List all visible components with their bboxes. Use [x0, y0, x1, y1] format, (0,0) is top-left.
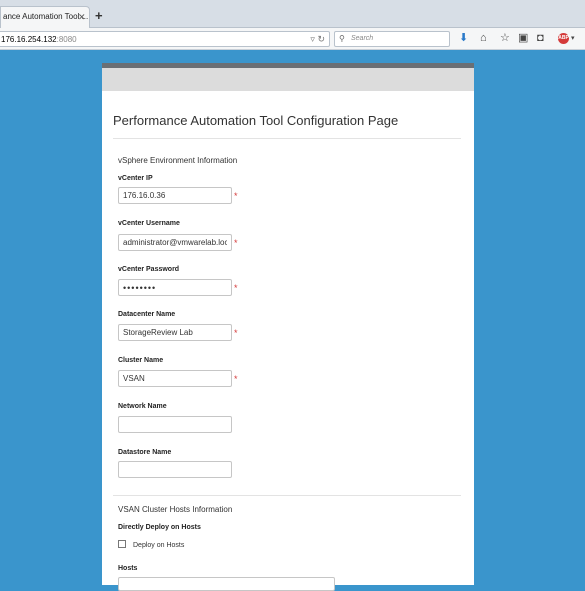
vcenter-password-label: vCenter Password [118, 266, 180, 273]
hosts-input[interactable] [118, 577, 335, 591]
vcenter-username-label: vCenter Username [118, 220, 180, 227]
url-port: :8080 [56, 35, 77, 44]
search-input[interactable]: ⚲ Search [334, 31, 450, 47]
config-panel: Performance Automation Tool Configuratio… [102, 63, 474, 591]
divider [113, 495, 461, 496]
direct-deploy-label: Directly Deploy on Hosts [118, 524, 201, 531]
download-icon[interactable]: ⬇ [459, 32, 468, 44]
browser-nav-bar: 176.16.254.132:8080 ▿ ↻ ⚲ Search ⬇ ⌂ ☆ ▣… [0, 28, 585, 50]
vcenter-password-input[interactable] [118, 279, 232, 296]
tab-title: ance Automation Tool ... [3, 12, 89, 21]
search-icon: ⚲ [339, 34, 345, 43]
datastore-name-input[interactable] [118, 461, 232, 478]
network-name-label: Network Name [118, 403, 167, 410]
browser-tab-bar: ance Automation Tool ... ✕ + [0, 0, 585, 28]
datastore-name-label: Datastore Name [118, 449, 172, 456]
datacenter-name-input[interactable] [118, 324, 232, 341]
close-icon[interactable]: ✕ [78, 12, 86, 23]
clipboard-icon[interactable]: ▣ [518, 32, 528, 44]
panel-header [102, 68, 474, 91]
new-tab-icon[interactable]: + [95, 9, 103, 22]
reload-icon[interactable]: ↻ [317, 34, 325, 44]
section-title-vsphere: vSphere Environment Information [118, 156, 238, 165]
vcenter-ip-label: vCenter IP [118, 175, 153, 182]
deploy-on-hosts-label: Deploy on Hosts [133, 542, 185, 549]
required-mark: * [234, 283, 238, 293]
required-mark: * [234, 328, 238, 338]
adblock-icon[interactable]: ABP [558, 33, 569, 44]
dropdown-icon[interactable]: ▿ [310, 34, 315, 44]
required-mark: * [234, 238, 238, 248]
vcenter-username-input[interactable] [118, 234, 232, 251]
section-title-vsan: VSAN Cluster Hosts Information [118, 505, 233, 514]
home-icon[interactable]: ⌂ [480, 32, 487, 44]
hosts-label: Hosts [118, 565, 138, 572]
search-placeholder: Search [351, 35, 374, 42]
cluster-name-input[interactable] [118, 370, 232, 387]
bookmark-star-icon[interactable]: ☆ [500, 32, 510, 44]
required-mark: * [234, 191, 238, 201]
divider [113, 138, 461, 139]
page-title: Performance Automation Tool Configuratio… [113, 113, 399, 128]
cluster-name-label: Cluster Name [118, 357, 164, 364]
required-mark: * [234, 374, 238, 384]
url-host: 176.16.254.132 [1, 35, 57, 44]
deploy-on-hosts-checkbox[interactable] [118, 540, 126, 548]
browser-tab[interactable]: ance Automation Tool ... ✕ [0, 6, 90, 28]
url-bar[interactable]: 176.16.254.132:8080 ▿ ↻ [0, 31, 330, 47]
pocket-icon[interactable]: ◘ [537, 32, 544, 44]
chevron-down-icon[interactable]: ▾ [571, 33, 575, 45]
vcenter-ip-input[interactable] [118, 187, 232, 204]
network-name-input[interactable] [118, 416, 232, 433]
datacenter-name-label: Datacenter Name [118, 311, 176, 318]
